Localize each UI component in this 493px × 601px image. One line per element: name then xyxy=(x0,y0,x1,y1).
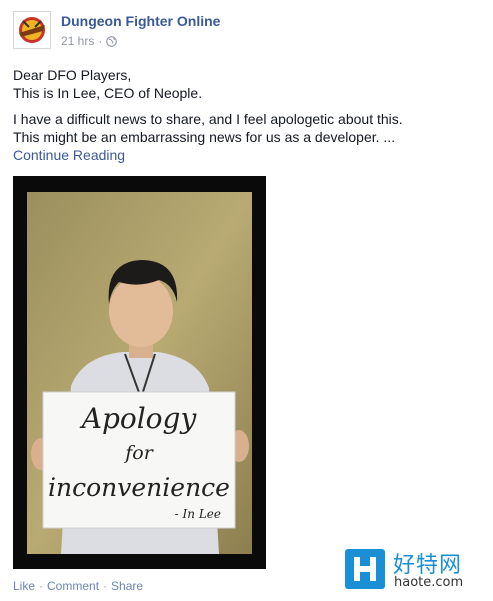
page-name-link[interactable]: Dungeon Fighter Online xyxy=(61,13,220,29)
action-separator: · xyxy=(103,579,108,593)
page-avatar[interactable] xyxy=(13,11,51,49)
post-line: This might be an embarrassing news for u… xyxy=(13,129,396,145)
post-photo[interactable]: Apology for inconvenience - In Lee xyxy=(13,176,266,569)
facebook-post: Dungeon Fighter Online 21 hrs · Dear DFO… xyxy=(0,0,493,601)
watermark-logo-icon xyxy=(345,549,385,589)
comment-button[interactable]: Comment xyxy=(47,579,99,593)
action-separator: · xyxy=(39,579,44,593)
post-line: This is In Lee, CEO of Neople. xyxy=(13,85,203,101)
site-watermark: 好特网 haote.com xyxy=(345,547,485,593)
sign-line-inconvenience: inconvenience xyxy=(48,473,230,502)
post-timestamp[interactable]: 21 hrs xyxy=(61,34,94,48)
sign-line-signature: - In Lee xyxy=(175,507,221,521)
share-button[interactable]: Share xyxy=(111,579,143,593)
dfo-logo-icon xyxy=(19,17,45,43)
continue-reading-link[interactable]: Continue Reading xyxy=(13,147,125,163)
post-text: Dear DFO Players, This is In Lee, CEO of… xyxy=(13,66,483,164)
post-actions: Like · Comment · Share xyxy=(13,579,143,593)
globe-icon[interactable] xyxy=(106,35,118,47)
post-meta: 21 hrs · xyxy=(61,34,118,48)
sign-line-apology: Apology xyxy=(79,402,198,435)
photo-illustration: Apology for inconvenience - In Lee xyxy=(27,192,252,554)
sign-line-for: for xyxy=(123,442,154,464)
post-line: I have a difficult news to share, and I … xyxy=(13,111,403,127)
watermark-url: haote.com xyxy=(394,575,464,590)
post-line: Dear DFO Players, xyxy=(13,67,132,83)
like-button[interactable]: Like xyxy=(13,579,35,593)
meta-separator: · xyxy=(98,34,103,48)
